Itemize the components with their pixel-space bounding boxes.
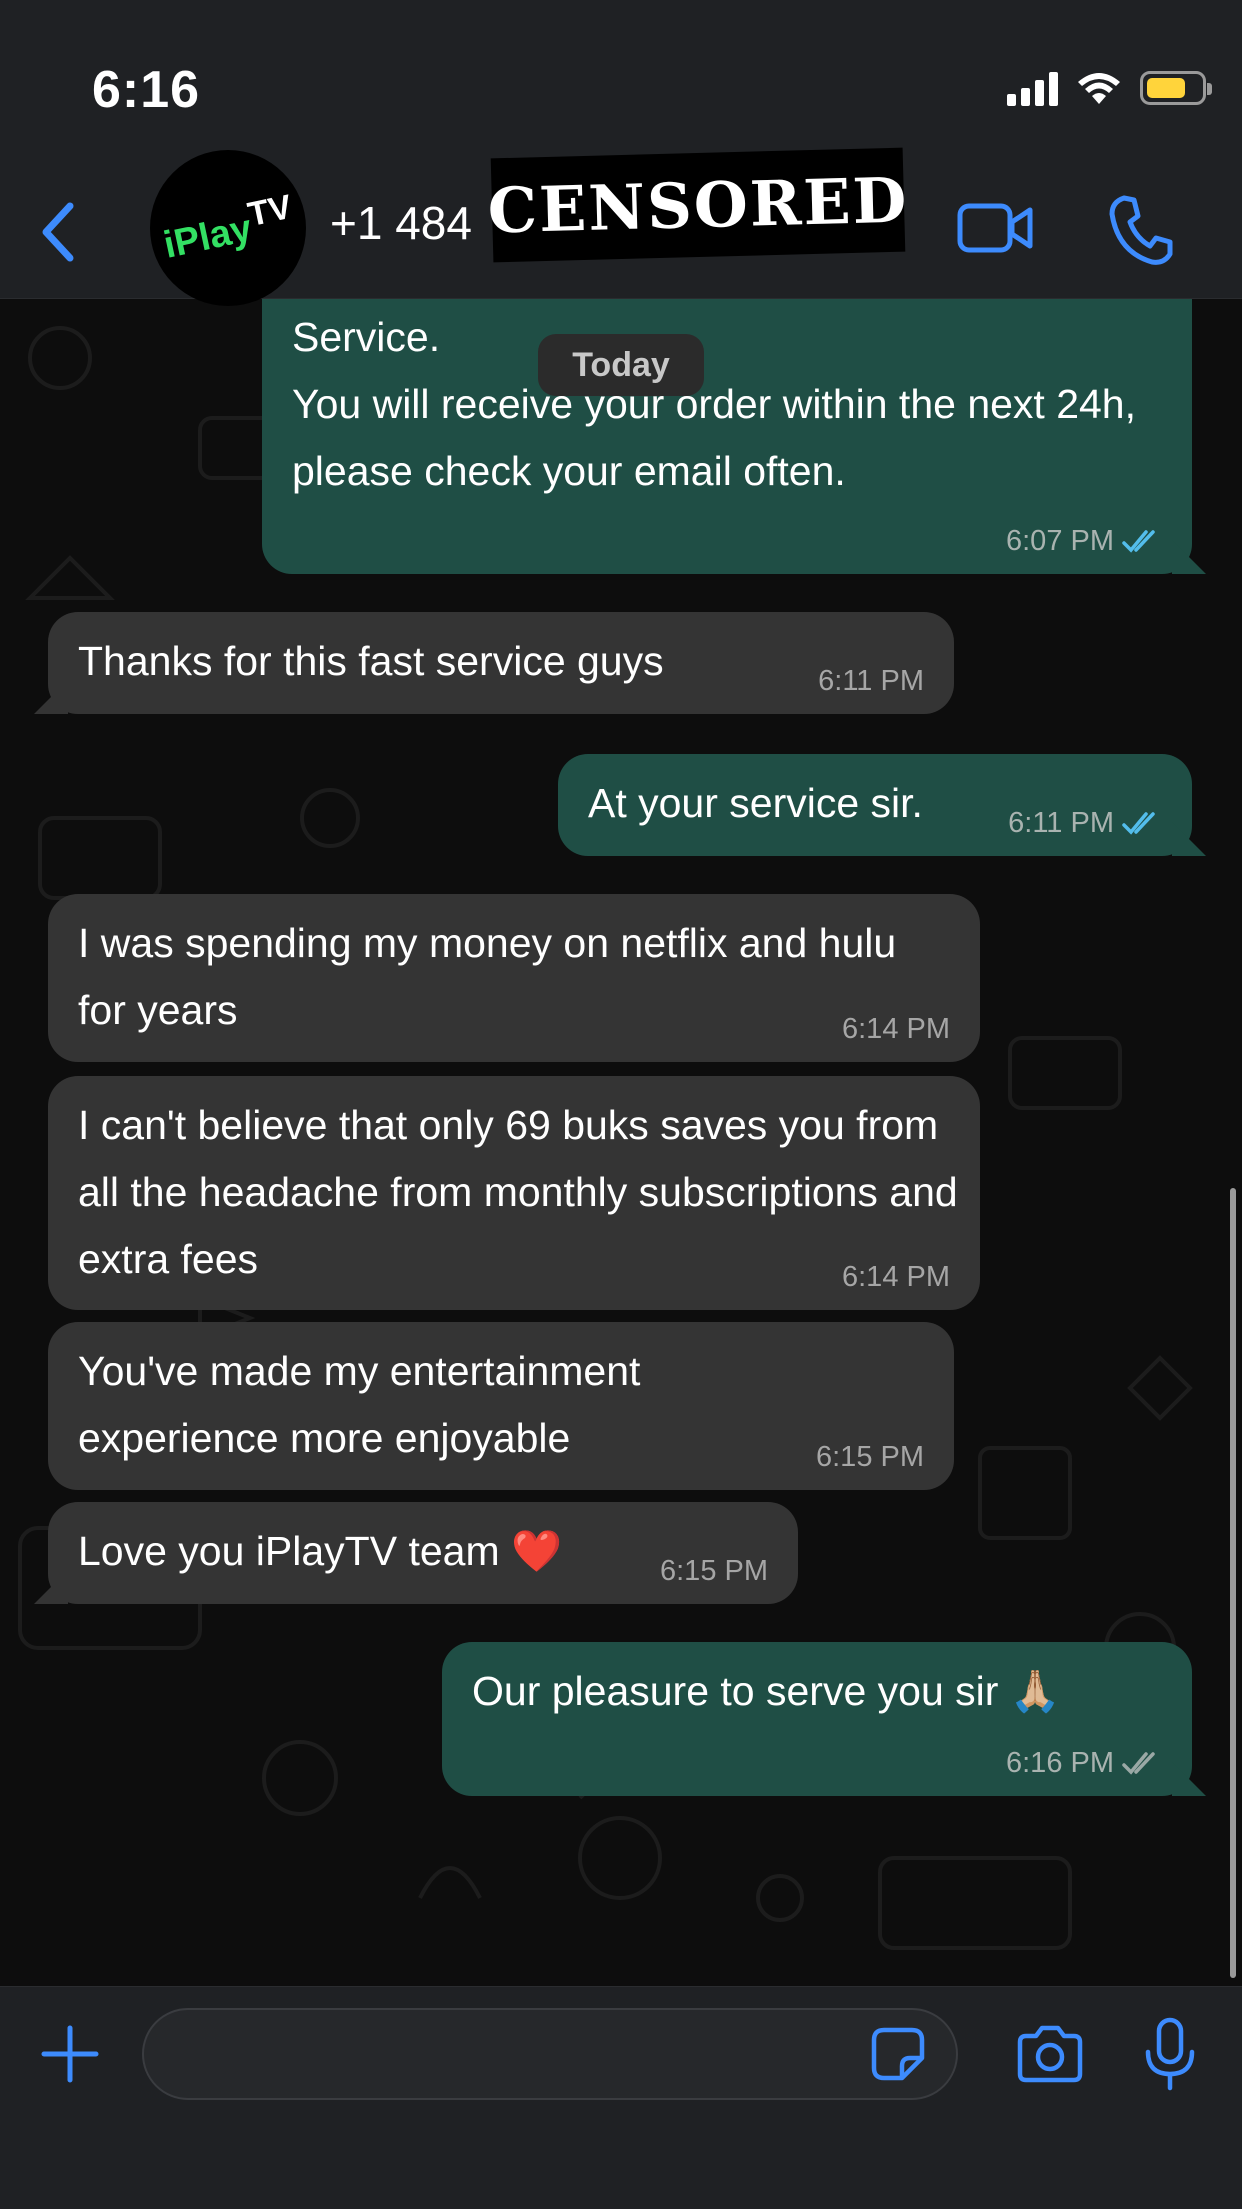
avatar[interactable]: iPlayTV: [150, 150, 306, 306]
status-time: 6:16: [92, 61, 201, 119]
message-text: I can't believe that only 69 buks saves …: [78, 1102, 958, 1282]
message-time: 6:11 PM: [818, 665, 924, 697]
message-time: 6:14 PM: [842, 1013, 950, 1045]
message-text: Service. You will receive your order wit…: [292, 314, 1137, 494]
message-bubble-outgoing[interactable]: Our pleasure to serve you sir 🙏🏼 6:16 PM: [442, 1642, 1192, 1796]
censored-stamp: CENSORED: [487, 147, 909, 263]
praying-hands-emoji: 🙏🏼: [1009, 1667, 1061, 1715]
message-bubble-incoming[interactable]: I can't believe that only 69 buks saves …: [48, 1076, 980, 1310]
video-call-icon[interactable]: [956, 198, 1036, 258]
message-time: 6:15 PM: [660, 1555, 768, 1587]
message-bubble-incoming[interactable]: Thanks for this fast service guys 6:11 P…: [48, 612, 954, 714]
message-time: 6:15 PM: [816, 1441, 924, 1473]
message-time: 6:14 PM: [842, 1261, 950, 1293]
message-bubble-incoming[interactable]: You've made my entertainment experience …: [48, 1322, 954, 1490]
back-chevron-icon[interactable]: [30, 192, 90, 272]
message-text: You've made my entertainment experience …: [78, 1348, 641, 1461]
message-bubble-outgoing[interactable]: At your service sir. 6:11 PM: [558, 754, 1192, 856]
signal-icon: [1007, 70, 1058, 106]
message-text: Thanks for this fast service guys: [78, 638, 664, 684]
phone-call-icon[interactable]: [1106, 192, 1176, 268]
message-bubble-incoming[interactable]: I was spending my money on netflix and h…: [48, 894, 980, 1062]
double-check-icon: [1122, 812, 1155, 835]
contact-name[interactable]: +1 484: [330, 196, 472, 250]
wifi-icon: [1078, 73, 1120, 104]
sticker-icon[interactable]: [870, 2026, 926, 2082]
scrollbar[interactable]: [1230, 1188, 1236, 1978]
message-bubble-outgoing[interactable]: Service. You will receive your order wit…: [262, 298, 1192, 574]
heart-emoji: ❤️: [511, 1527, 563, 1575]
microphone-icon[interactable]: [1142, 2016, 1198, 2092]
battery-icon: [1140, 71, 1212, 105]
message-time: 6:16 PM: [1006, 1748, 1162, 1778]
message-text: Our pleasure to serve you sir 🙏🏼: [472, 1667, 1061, 1715]
message-time: 6:07 PM: [1006, 526, 1162, 556]
chat-area[interactable]: Service. You will receive your order wit…: [0, 298, 1242, 1986]
message-text: I was spending my money on netflix and h…: [78, 920, 897, 1033]
message-time: 6:11 PM: [1008, 808, 1162, 838]
double-check-icon: [1122, 530, 1155, 553]
camera-icon[interactable]: [1014, 2024, 1086, 2084]
date-separator: Today: [538, 334, 704, 396]
message-bubble-incoming[interactable]: Love you iPlayTV team ❤️ 6:15 PM: [48, 1502, 798, 1604]
message-input[interactable]: [142, 2008, 958, 2100]
double-check-icon: [1122, 1752, 1155, 1775]
top-bar: 6:16 iPlayTV +1 484 CENSORED: [0, 0, 1242, 306]
status-icons: [1007, 70, 1212, 106]
plus-icon[interactable]: [38, 2022, 102, 2086]
censored-label: CENSORED: [486, 163, 910, 247]
avatar-logo: iPlayTV: [159, 188, 295, 268]
